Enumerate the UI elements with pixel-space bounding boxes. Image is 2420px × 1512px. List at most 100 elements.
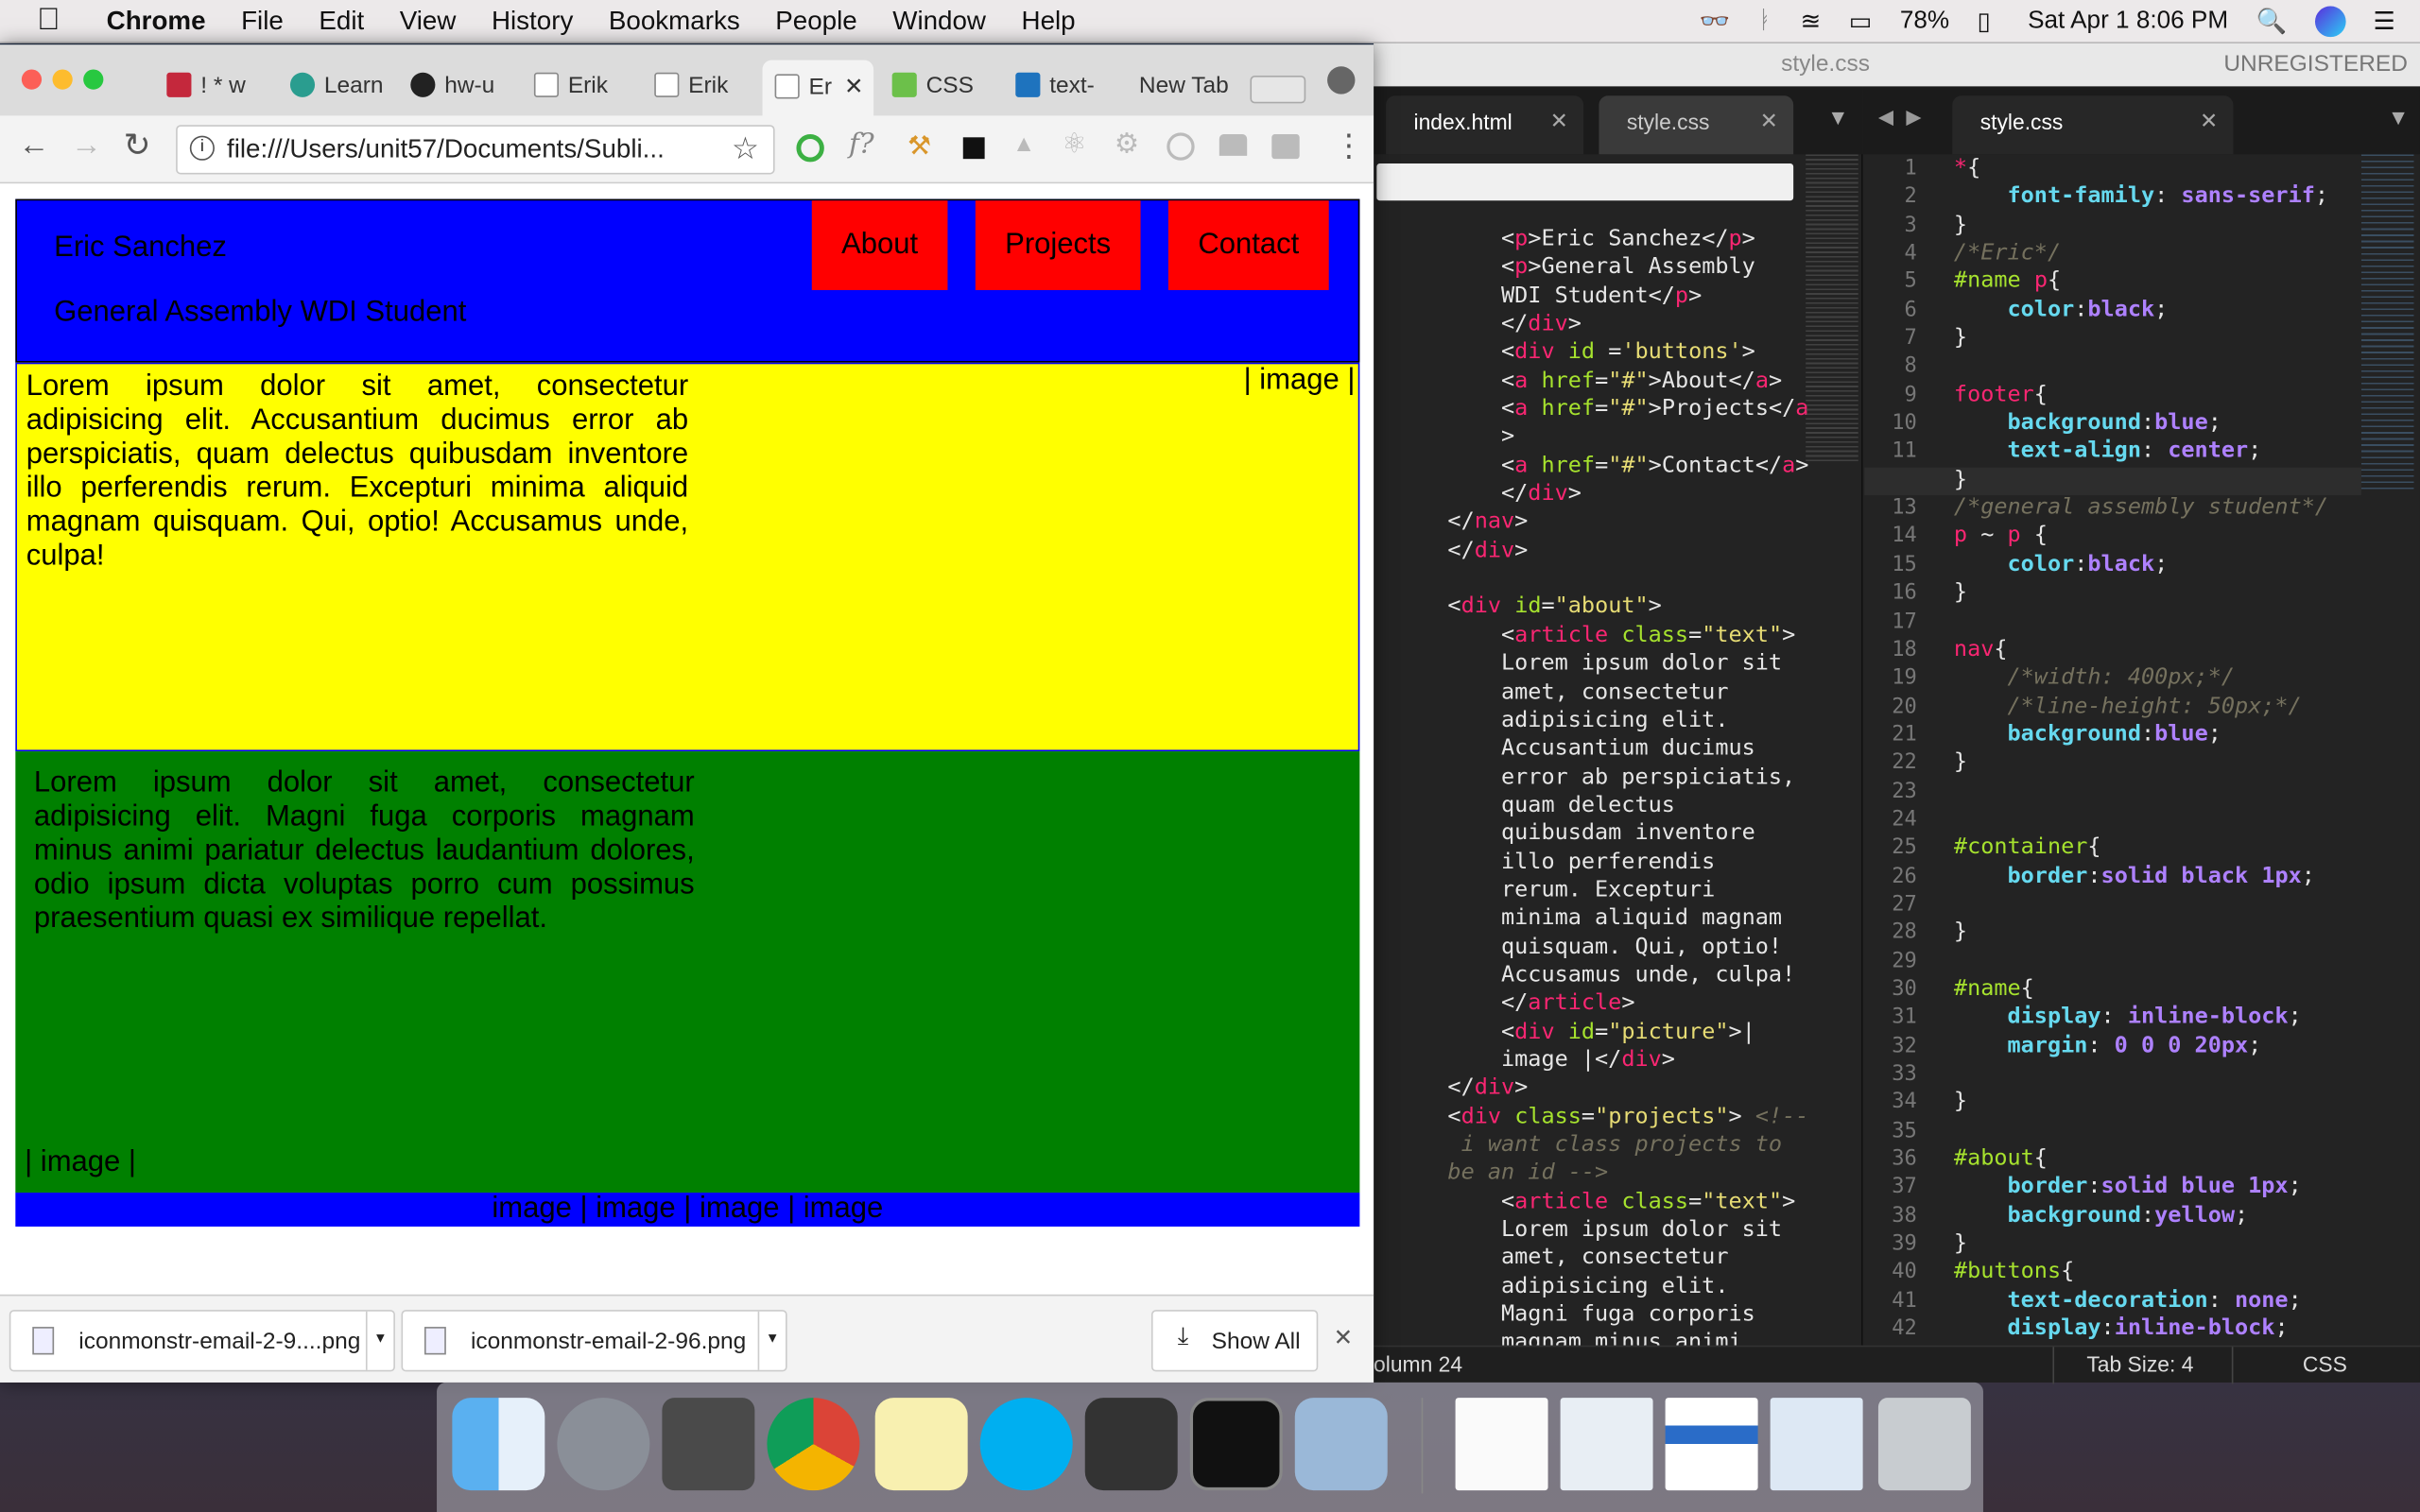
airplay-icon[interactable]: ▭: [1849, 7, 1873, 38]
close-icon[interactable]: ✕: [1550, 108, 1568, 134]
extension-green-icon[interactable]: [796, 134, 824, 163]
forward-button[interactable]: →: [71, 129, 102, 164]
info-icon[interactable]: i: [189, 135, 215, 161]
reload-button[interactable]: ↻: [124, 127, 151, 165]
extension-react-icon[interactable]: ⚛: [1062, 129, 1086, 161]
cursor-position: olumn 24: [1374, 1351, 1463, 1377]
tab-title: hw-u: [444, 72, 495, 99]
extension-eyedropper-icon[interactable]: [962, 137, 985, 160]
download-item[interactable]: iconmonstr-email-2-96.png ▼: [401, 1310, 787, 1372]
tab-style-css[interactable]: style.css ✕: [1599, 95, 1794, 155]
close-window-button[interactable]: [21, 69, 43, 90]
menu-window[interactable]: Window: [892, 6, 986, 37]
menu-file[interactable]: File: [241, 6, 284, 37]
bookmark-star-icon[interactable]: ☆: [732, 129, 759, 168]
minimize-window-button[interactable]: [52, 69, 73, 90]
extension-tree-icon[interactable]: ▲: [1012, 131, 1035, 158]
close-icon[interactable]: ✕: [2200, 108, 2218, 134]
battery-icon[interactable]: ▯: [1978, 7, 1991, 38]
contact-link[interactable]: Contact: [1167, 200, 1329, 290]
status-bar: olumn 24 Tab Size: 4 CSS: [1374, 1345, 2420, 1384]
back-button[interactable]: ←: [19, 129, 50, 164]
notification-center-icon[interactable]: ☰: [2373, 7, 2394, 38]
downloads-stack-icon[interactable]: [1770, 1398, 1863, 1491]
zoom-window-button[interactable]: [83, 69, 104, 90]
chrome-menu-icon[interactable]: ⋮: [1334, 127, 1365, 165]
tab-index-html[interactable]: index.html ✕: [1386, 95, 1584, 155]
siri-icon[interactable]: [2314, 6, 2346, 38]
download-menu-icon[interactable]: ▼: [757, 1311, 786, 1370]
browser-tab[interactable]: Erik: [522, 60, 642, 116]
minimap[interactable]: [2360, 154, 2414, 494]
menu-edit[interactable]: Edit: [319, 6, 364, 37]
browser-tab[interactable]: ! * w: [154, 60, 274, 116]
disk-utility-icon[interactable]: [1084, 1398, 1178, 1491]
extension-hammer-icon[interactable]: ⚒: [908, 131, 931, 163]
minimized-window-thumbnail[interactable]: [1560, 1398, 1653, 1491]
css-code-editor[interactable]: *{ font-family: sans-serif; } /*Eric*/ #…: [1954, 154, 2371, 1343]
extension-md-icon[interactable]: [1271, 134, 1300, 160]
browser-tab[interactable]: text-: [1003, 60, 1123, 116]
new-tab-button[interactable]: [1250, 75, 1306, 104]
about-link[interactable]: About: [811, 200, 948, 290]
menu-history[interactable]: History: [492, 6, 573, 37]
finder-icon[interactable]: [452, 1398, 545, 1491]
browser-tab[interactable]: hw-u: [398, 60, 518, 116]
projects-link[interactable]: Projects: [975, 200, 1141, 290]
close-icon[interactable]: ✕: [844, 74, 864, 100]
launchpad-icon[interactable]: [557, 1398, 650, 1491]
download-menu-icon[interactable]: ▼: [365, 1311, 393, 1370]
address-bar[interactable]: i file:///Users/unit57/Documents/Subli..…: [176, 125, 775, 175]
browser-tab-active[interactable]: Er ✕: [762, 60, 874, 116]
about-section: Lorem ipsum dolor sit amet, consectetur …: [15, 362, 1360, 752]
menu-help[interactable]: Help: [1022, 6, 1076, 37]
w3schools-icon: [891, 72, 917, 97]
file-icon: [424, 1327, 446, 1355]
trash-icon[interactable]: [1877, 1398, 1971, 1491]
download-item[interactable]: iconmonstr-email-2-9....png ▼: [9, 1310, 395, 1372]
menu-bookmarks[interactable]: Bookmarks: [609, 6, 740, 37]
minimized-window-thumbnail[interactable]: [1455, 1398, 1548, 1491]
extension-json-icon[interactable]: [1167, 132, 1195, 161]
browser-tab[interactable]: CSS: [880, 60, 1000, 116]
extension-formula-icon[interactable]: f?: [849, 129, 874, 161]
minimap[interactable]: [1806, 154, 1858, 463]
close-downloads-icon[interactable]: ✕: [1334, 1324, 1354, 1351]
bluetooth-icon[interactable]: ᛓ: [1757, 8, 1772, 35]
menu-view[interactable]: View: [400, 6, 457, 37]
syntax-selector[interactable]: CSS: [2303, 1351, 2347, 1376]
notes-icon[interactable]: [874, 1398, 968, 1491]
extension-gear-icon[interactable]: ⚙: [1115, 129, 1139, 161]
profile-icon[interactable]: [1327, 66, 1356, 94]
minimized-window-thumbnail[interactable]: [1665, 1398, 1758, 1491]
browser-tab[interactable]: Learn: [278, 60, 398, 116]
tab-dropdown-icon[interactable]: ▼: [1827, 105, 1849, 129]
browser-tab[interactable]: Erik: [642, 60, 762, 116]
tab-style-css-right[interactable]: style.css ✕: [1952, 95, 2234, 155]
file-icon: [32, 1327, 55, 1355]
skype-icon[interactable]: [979, 1398, 1073, 1491]
wifi-icon[interactable]: ≊: [1800, 7, 1821, 38]
tab-title: CSS: [925, 72, 974, 99]
battery-percent[interactable]: 78%: [1900, 8, 1949, 35]
extension-hat-icon[interactable]: [1219, 134, 1248, 156]
close-icon[interactable]: ✕: [1760, 108, 1778, 134]
show-all-downloads-button[interactable]: ⤓ Show All: [1150, 1310, 1319, 1372]
glasses-icon[interactable]: 👓: [1699, 7, 1730, 38]
chrome-icon[interactable]: [767, 1398, 860, 1491]
apple-icon[interactable]: : [37, 3, 60, 39]
tab-size-selector[interactable]: Tab Size: 4: [2086, 1351, 2193, 1376]
find-panel[interactable]: [1376, 163, 1794, 201]
clock[interactable]: Sat Apr 1 8:06 PM: [2028, 8, 2228, 35]
preview-icon[interactable]: [1294, 1398, 1388, 1491]
tab-dropdown-icon[interactable]: ▼: [2388, 105, 2410, 129]
terminal-icon[interactable]: [1189, 1398, 1283, 1491]
tab-prev-icon[interactable]: ◀: [1878, 105, 1893, 129]
menu-app-name[interactable]: Chrome: [107, 6, 206, 37]
menu-people[interactable]: People: [775, 6, 856, 37]
browser-tab[interactable]: New Tab: [1127, 60, 1247, 116]
sublime-text-icon[interactable]: [662, 1398, 755, 1491]
tab-next-icon[interactable]: ▶: [1906, 105, 1921, 129]
divider: [2231, 1347, 2234, 1384]
spotlight-search-icon[interactable]: 🔍: [2256, 7, 2288, 38]
